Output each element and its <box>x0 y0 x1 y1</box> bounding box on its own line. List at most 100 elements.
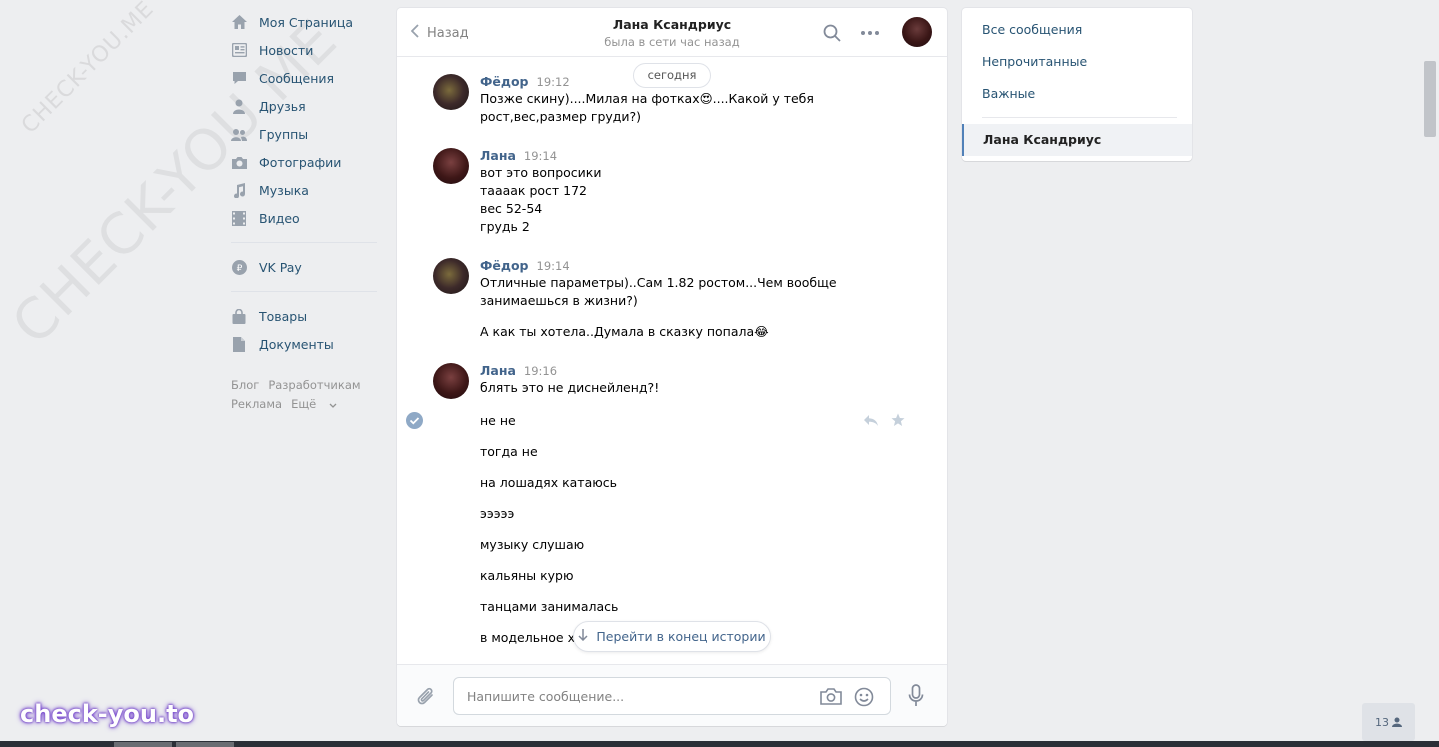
dialog-filters-panel: Все сообщения Непрочитанные Важные Лана … <box>962 8 1192 161</box>
filter-all-messages[interactable]: Все сообщения <box>962 14 1192 46</box>
paperclip-icon[interactable] <box>416 686 436 711</box>
message-text[interactable]: не не <box>480 413 516 428</box>
message-text[interactable]: А как ты хотела..Думала в сказку попала😂 <box>480 324 769 339</box>
nav-divider <box>231 291 377 292</box>
message-text[interactable]: танцами занималась <box>480 599 618 614</box>
filter-unread[interactable]: Непрочитанные <box>962 46 1192 78</box>
search-icon[interactable] <box>823 24 841 45</box>
online-counter-badge[interactable]: 13 <box>1362 703 1415 741</box>
message-author[interactable]: Фёдор <box>480 74 529 89</box>
message-text[interactable]: тогда не <box>480 444 538 459</box>
message-text[interactable]: кальяны курю <box>480 568 574 583</box>
nav-friends[interactable]: Друзья <box>231 92 377 120</box>
message-time: 19:12 <box>536 75 570 89</box>
message[interactable]: Лана 19:14 вот это вопросики таааак рост … <box>433 148 913 236</box>
nav-label: Сообщения <box>259 70 335 86</box>
groups-icon <box>231 126 247 142</box>
message-author[interactable]: Лана <box>480 363 516 378</box>
message-text: Отличные параметры)..Сам 1.82 ростом...Ч… <box>480 275 837 290</box>
message-text[interactable]: эээээ <box>480 506 514 521</box>
peer-avatar[interactable] <box>902 17 932 47</box>
message-text[interactable]: в модельное хо <box>480 630 583 645</box>
nav-news[interactable]: Новости <box>231 36 377 64</box>
nav-music[interactable]: Музыка <box>231 176 377 204</box>
message-history: сегодня Фёдор 19:12 Позже скину)....Милая… <box>397 58 947 664</box>
nav-label: Музыка <box>259 182 309 198</box>
footer-link-ads[interactable]: Реклама <box>231 397 282 411</box>
watermark-small: CHECK-YOU.ME <box>16 0 160 139</box>
message[interactable]: Лана 19:16 блять это не диснейленд?! <box>433 363 913 399</box>
message-text: рост,вес,размер груди?) <box>480 109 642 124</box>
more-icon[interactable] <box>860 24 880 45</box>
nav-messages[interactable]: Сообщения <box>231 64 377 92</box>
nav-documents[interactable]: Документы <box>231 330 377 358</box>
message[interactable]: Фёдор 19:12 Позже скину)....Милая на фотк… <box>433 74 913 126</box>
jump-to-end-button[interactable]: Перейти в конец истории <box>573 621 771 652</box>
panel-divider <box>982 117 1177 118</box>
messages-icon <box>231 70 247 86</box>
counter-value: 13 <box>1375 715 1389 729</box>
nav-my-page[interactable]: Моя Страница <box>231 8 377 36</box>
music-icon <box>231 182 247 198</box>
message-input-box[interactable] <box>453 677 891 715</box>
message-time: 19:16 <box>523 364 558 378</box>
nav-photos[interactable]: Фотографии <box>231 148 377 176</box>
nav-divider <box>231 242 377 243</box>
avatar[interactable] <box>433 148 469 184</box>
vkpay-icon: ₽ <box>231 259 247 275</box>
message-text: грудь 2 <box>480 219 530 234</box>
active-dialog-item[interactable]: Лана Ксандриус <box>962 124 1192 156</box>
footer-link-blog[interactable]: Блог <box>231 378 259 392</box>
message-text: вот это вопросики <box>480 165 602 180</box>
message-text: таааак рост 172 <box>480 183 588 198</box>
message-time: 19:14 <box>536 259 570 273</box>
footer-link-more[interactable]: Ещё <box>291 397 337 411</box>
jump-label: Перейти в конец истории <box>596 629 766 644</box>
nav-goods[interactable]: Товары <box>231 302 377 330</box>
nav-label: Моя Страница <box>259 14 353 30</box>
photos-icon <box>231 154 247 170</box>
nav-label: Документы <box>259 336 334 352</box>
message[interactable]: Фёдор 19:14 Отличные параметры)..Сам 1.82… <box>433 258 913 310</box>
camera-icon[interactable] <box>820 687 842 708</box>
taskbar-button[interactable] <box>114 742 172 747</box>
svg-text:₽: ₽ <box>236 264 242 274</box>
message-text: вес 52-54 <box>480 201 543 216</box>
chevron-down-icon <box>329 403 337 408</box>
nav-vkpay[interactable]: ₽ VK Pay <box>231 253 377 281</box>
message-composer <box>397 664 947 726</box>
message-text[interactable]: на лошадях катаюсь <box>480 475 617 490</box>
message-input[interactable] <box>467 678 807 714</box>
message-text: занимаешься в жизни?) <box>480 293 638 308</box>
avatar[interactable] <box>433 74 469 110</box>
chat-panel: Лана Ксандриус была в сети час назад Наз… <box>397 8 947 726</box>
avatar[interactable] <box>433 363 469 399</box>
nav-label: Группы <box>259 126 309 142</box>
chat-header: Лана Ксандриус была в сети час назад Наз… <box>397 8 947 57</box>
message-author[interactable]: Фёдор <box>480 258 529 273</box>
footer-link-developers[interactable]: Разработчикам <box>268 378 360 392</box>
left-nav: Моя Страница Новости Сообщения Друзья Гр… <box>231 8 377 414</box>
microphone-icon[interactable] <box>908 684 924 710</box>
nav-label: Видео <box>259 210 300 226</box>
page-scrollbar[interactable] <box>1424 61 1436 137</box>
filter-important[interactable]: Важные <box>962 78 1192 110</box>
chevron-left-icon <box>410 24 419 42</box>
message-text[interactable]: музыку слушаю <box>480 537 584 552</box>
emoji-icon[interactable] <box>854 687 874 710</box>
message-author[interactable]: Лана <box>480 148 516 163</box>
back-button[interactable]: Назад <box>410 24 469 42</box>
nav-label: VK Pay <box>259 259 302 275</box>
message-text: блять это не диснейленд?! <box>480 380 660 395</box>
video-icon <box>231 210 247 226</box>
footer-links: Блог Разработчикам Реклама Ещё <box>231 376 377 414</box>
nav-video[interactable]: Видео <box>231 204 377 232</box>
watermark-logo: check-you.to <box>20 700 195 728</box>
message-text: Позже скину)....Милая на фотках😍....Како… <box>480 91 814 106</box>
nav-groups[interactable]: Группы <box>231 120 377 148</box>
selected-check-icon[interactable] <box>406 412 423 429</box>
taskbar-button[interactable] <box>176 742 234 747</box>
star-icon[interactable] <box>891 413 905 430</box>
avatar[interactable] <box>433 258 469 294</box>
reply-icon[interactable] <box>863 414 879 430</box>
